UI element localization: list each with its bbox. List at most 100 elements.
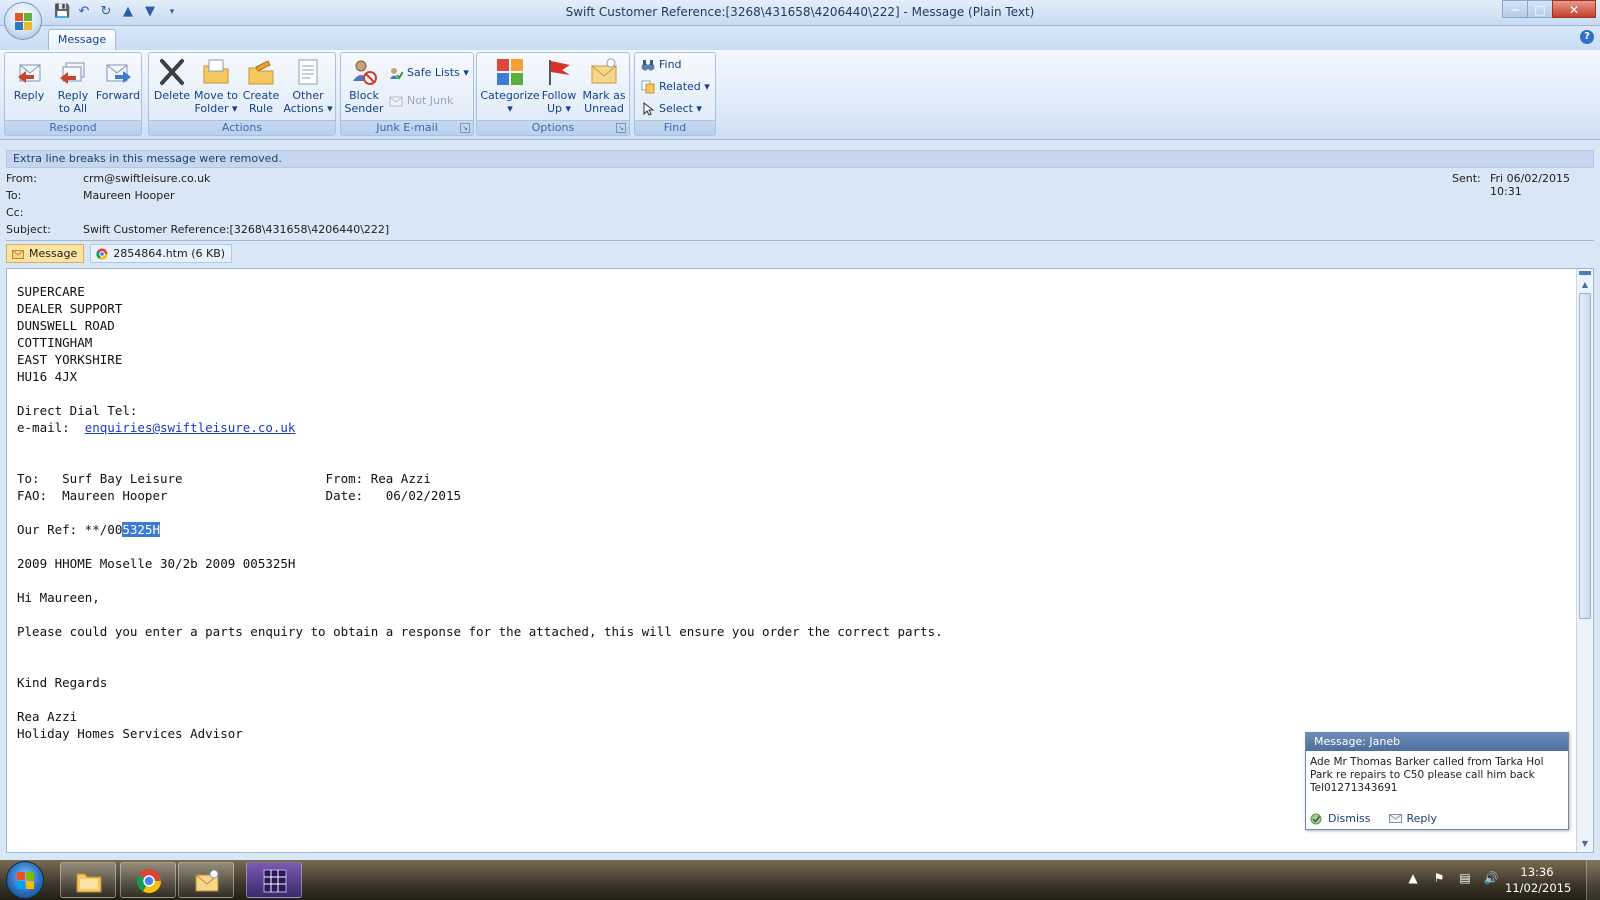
block-sender-button[interactable]: Block Sender [343, 57, 385, 115]
chrome-icon [96, 248, 108, 260]
office-button[interactable] [4, 2, 42, 40]
chrome-icon [135, 868, 163, 894]
create-rule-icon [246, 57, 276, 87]
reply-button[interactable]: Reply [9, 57, 49, 102]
help-icon[interactable]: ? [1580, 30, 1594, 44]
reply-all-button[interactable]: Reply to All [51, 57, 95, 115]
find-group-label: Find [635, 120, 715, 135]
delete-icon [157, 57, 187, 87]
envelope-icon [12, 248, 24, 259]
folder-icon [201, 57, 231, 87]
block-sender-icon [349, 57, 379, 87]
info-bar[interactable]: Extra line breaks in this message were r… [6, 150, 1594, 168]
mark-as-unread-button[interactable]: Mark as Unread [581, 57, 627, 115]
subject-value: Swift Customer Reference:[3268\431658\42… [83, 223, 390, 236]
options-group: Categorize ▾ Follow Up ▾ Mark as Unread … [476, 52, 630, 136]
reply-envelope-icon [1388, 813, 1402, 824]
options-dialog-launcher[interactable]: ↘ [616, 123, 626, 133]
select-button[interactable]: Select ▾ [639, 99, 702, 119]
selected-text: 5325H [122, 522, 160, 537]
respond-group: Reply Reply to All Forward Respond [4, 52, 142, 136]
closing: Kind Regards [17, 675, 108, 690]
not-junk-button[interactable]: Not Junk [387, 91, 453, 111]
options-group-label: Options [477, 120, 629, 135]
popup-text: Ade Mr Thomas Barker called from Tarka H… [1310, 756, 1544, 794]
follow-up-button[interactable]: Follow Up ▾ [539, 57, 579, 115]
cc-label: Cc: [6, 206, 24, 219]
flag-icon [544, 57, 574, 87]
attachment-strip: Message 2854864.htm (6 KB) [6, 244, 233, 264]
message-notification-popup[interactable]: Message: Janeb Ade Mr Thomas Barker call… [1305, 732, 1569, 830]
clock-time: 13:36 [1520, 865, 1554, 879]
signature-title: Holiday Homes Services Advisor [17, 726, 243, 741]
taskbar-clock[interactable]: 13:36 11/02/2015 [1505, 864, 1572, 896]
header-divider [6, 240, 1594, 241]
fao-date-line: FAO: Maureen Hooper Date: 06/02/2015 [17, 488, 462, 503]
taskbar-explorer-button[interactable] [60, 862, 116, 898]
greeting: Hi Maureen, [17, 590, 100, 605]
related-icon [641, 80, 655, 94]
scroll-thumb[interactable] [1579, 293, 1591, 619]
sent-value: Fri 06/02/2015 10:31 [1490, 172, 1571, 198]
taskbar-app-button[interactable] [246, 862, 302, 898]
from-value[interactable]: crm@swiftleisure.co.uk [83, 172, 210, 185]
show-hidden-icons-icon[interactable]: ▲ [1405, 870, 1421, 886]
categorize-button[interactable]: Categorize ▾ [479, 57, 541, 115]
dismiss-icon [1310, 813, 1323, 825]
model-line: 2009 HHOME Moselle 30/2b 2009 005325H [17, 556, 296, 571]
minimize-button[interactable]: ─ [1502, 0, 1528, 18]
message-paragraph: Please could you enter a parts enquiry t… [17, 624, 943, 639]
title-bar: 💾 ↶ ↻ ▲ ▼ ▾ Swift Customer Reference:[32… [0, 0, 1600, 26]
outlook-icon [193, 868, 221, 894]
windows-logo-icon [17, 872, 35, 890]
taskbar-chrome-button[interactable] [120, 862, 176, 898]
office-logo-icon [15, 13, 33, 31]
dismiss-button[interactable]: Dismiss [1310, 812, 1371, 825]
delete-button[interactable]: Delete [151, 57, 193, 102]
email-link[interactable]: enquiries@swiftleisure.co.uk [85, 420, 296, 435]
popup-title: Message: Janeb [1306, 733, 1568, 751]
show-desktop-button[interactable] [1586, 860, 1600, 900]
split-handle[interactable] [1579, 271, 1591, 275]
network-icon[interactable]: ▤ [1457, 870, 1473, 886]
scroll-up-arrow-icon[interactable]: ▲ [1577, 277, 1593, 293]
to-from-line: To: Surf Bay Leisure From: Rea Azzi [17, 471, 431, 486]
find-group: Find Related ▾ Select ▾ Find [634, 52, 716, 136]
from-label: From: [6, 172, 37, 185]
clock-date: 11/02/2015 [1505, 881, 1572, 895]
tab-message[interactable]: Message [48, 29, 116, 51]
start-button[interactable] [6, 861, 44, 899]
move-to-folder-button[interactable]: Move to Folder ▾ [193, 57, 239, 115]
system-tray: ▲ ⚑ ▤ 🔊 [1405, 870, 1499, 886]
close-button[interactable]: ✕ [1552, 0, 1596, 18]
scroll-down-arrow-icon[interactable]: ▼ [1577, 836, 1593, 852]
other-actions-icon [293, 57, 323, 87]
popup-reply-button[interactable]: Reply [1388, 812, 1437, 825]
junk-email-group-label: Junk E-mail [341, 120, 473, 135]
actions-group: Delete Move to Folder ▾ Create Rule Othe… [148, 52, 336, 136]
ribbon: Reply Reply to All Forward Respond Delet… [0, 50, 1600, 140]
volume-icon[interactable]: 🔊 [1483, 870, 1499, 886]
other-actions-button[interactable]: Other Actions ▾ [283, 57, 333, 115]
create-rule-button[interactable]: Create Rule [239, 57, 283, 115]
sent-label: Sent: [1452, 172, 1481, 185]
to-value[interactable]: Maureen Hooper [83, 189, 175, 202]
related-button[interactable]: Related ▾ [639, 77, 710, 97]
maximize-button[interactable]: □ [1527, 0, 1553, 18]
htm-attachment[interactable]: 2854864.htm (6 KB) [90, 244, 233, 263]
message-attachment-tab[interactable]: Message [6, 244, 85, 263]
window-controls: ─ □ ✕ [1502, 0, 1596, 18]
reference-line: Our Ref: **/005325H [17, 522, 160, 537]
respond-group-label: Respond [5, 120, 141, 135]
actions-group-label: Actions [149, 120, 335, 135]
forward-button[interactable]: Forward [95, 57, 141, 102]
vertical-scrollbar[interactable]: ▲ ▼ [1576, 269, 1593, 852]
popup-actions: Dismiss Reply [1310, 812, 1437, 825]
action-center-flag-icon[interactable]: ⚑ [1431, 870, 1447, 886]
find-button[interactable]: Find [639, 55, 682, 75]
to-label: To: [6, 189, 22, 202]
unread-envelope-icon [589, 57, 619, 87]
junk-email-dialog-launcher[interactable]: ↘ [460, 123, 470, 133]
safe-lists-button[interactable]: Safe Lists ▾ [387, 63, 469, 83]
taskbar-outlook-button[interactable] [178, 862, 234, 898]
